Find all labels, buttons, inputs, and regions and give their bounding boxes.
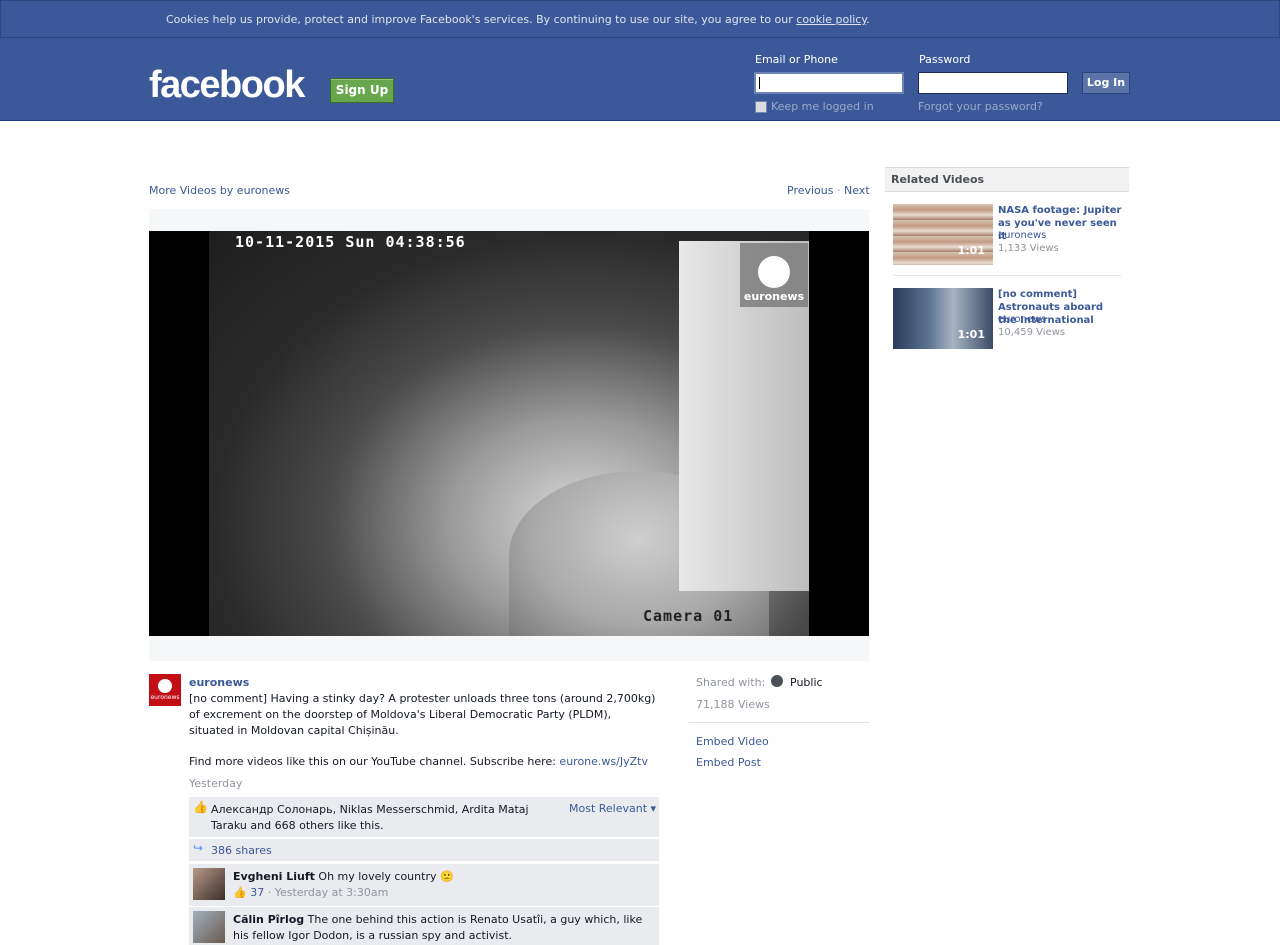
forgot-password-link[interactable]: Forgot your password? [918,100,1043,113]
shares-row: ↪ 386 shares [189,839,659,861]
pager-separator: · [837,184,841,197]
view-count: 71,188 Views [696,698,770,711]
comment: Evgheni Liuft Oh my lovely country 🙁 👍 3… [189,864,659,906]
email-label: Email or Phone [755,53,838,66]
commenter-name[interactable]: Evgheni Liuft [233,870,315,883]
top-bar: facebook Sign Up Email or Phone Password… [0,38,1280,121]
video-duration: 1:01 [957,328,985,341]
related-heading: Related Videos [891,173,985,186]
comment-likes[interactable]: 37 [250,886,264,899]
cookie-policy-link[interactable]: cookie policy [796,13,866,26]
audience-label: Public [790,676,823,689]
video-duration: 1:01 [957,244,985,257]
avatar-text: euronews [150,694,180,701]
post-time[interactable]: Yesterday [189,777,242,790]
keep-logged-in-label: Keep me logged in [771,100,874,113]
shares-link[interactable]: 386 shares [211,844,272,857]
related-thumbnail[interactable]: 1:01 [893,204,993,265]
shared-with-label: Shared with: [696,676,766,689]
related-video-item[interactable]: 1:01 [no comment] Astronauts aboard the … [893,288,1121,350]
find-more-text: Find more videos like this on our YouTub… [189,755,560,768]
page-avatar[interactable]: euronews [149,674,181,706]
keep-logged-in-checkbox[interactable] [755,100,767,113]
cookie-message: Cookies help us provide, protect and imp… [166,13,797,26]
post-find-more: Find more videos like this on our YouTub… [189,755,648,768]
related-videos-header: Related Videos [885,167,1129,192]
post-description: [no comment] Having a stinky day? A prot… [189,692,656,737]
likes-names[interactable]: Александр Солонарь, Niklas Messerschmid,… [211,802,531,834]
cookie-banner: Cookies help us provide, protect and imp… [0,0,1280,38]
like-icon: 👍 [193,800,208,814]
watermark-circle [758,256,790,288]
sign-up-button[interactable]: Sign Up [330,78,394,103]
comment: Călin Pîrlog The one behind this action … [189,907,659,945]
share-icon: ↪ [193,841,204,855]
comment-body: Evgheni Liuft Oh my lovely country 🙁 [233,869,643,885]
video-player[interactable]: 10-11-2015 Sun 04:38:56 Camera 01 eurone… [149,231,869,636]
euronews-watermark: euronews [740,243,808,307]
cookie-end: . [866,13,870,26]
log-in-button[interactable]: Log In [1082,72,1130,94]
video-frame[interactable]: 10-11-2015 Sun 04:38:56 Camera 01 eurone… [209,231,809,636]
video-camera-label: Camera 01 [643,607,734,625]
more-videos-link[interactable]: More Videos by euronews [149,184,290,197]
cookie-text: Cookies help us provide, protect and imp… [166,13,870,26]
comment-meta: 👍 37 · Yesterday at 3:30am [233,886,388,899]
keep-logged-in[interactable]: Keep me logged in [755,100,874,113]
related-source[interactable]: euronews [998,314,1046,325]
post-author[interactable]: euronews [189,676,249,689]
comment-time: · Yesterday at 3:30am [264,886,389,899]
related-video-item[interactable]: 1:01 NASA footage: Jupiter as you've nev… [893,204,1122,266]
comment-text: Oh my lovely country 🙁 [314,870,454,883]
commenter-avatar[interactable] [193,911,225,943]
related-source[interactable]: euronews [998,230,1046,241]
password-label: Password [919,53,971,66]
globe-icon [771,675,783,687]
divider [689,722,870,723]
commenter-name[interactable]: Călin Pîrlog [233,913,304,926]
watermark-text: euronews [743,290,805,303]
next-link[interactable]: Next [844,184,870,197]
embed-video-link[interactable]: Embed Video [696,735,769,748]
video-pager: Previous · Next [787,184,870,197]
email-field[interactable] [754,72,904,94]
most-relevant-dropdown[interactable]: Most Relevant ▾ [569,802,656,815]
related-views: 1,133 Views [998,243,1059,254]
password-field[interactable] [918,72,1068,94]
avatar-circle [158,679,172,693]
subscribe-link[interactable]: eurone.ws/JyZtv [559,755,648,768]
facebook-logo[interactable]: facebook [149,63,305,107]
related-views: 10,459 Views [998,327,1066,338]
commenter-avatar[interactable] [193,868,225,900]
video-timestamp: 10-11-2015 Sun 04:38:56 [235,233,466,251]
related-thumbnail[interactable]: 1:01 [893,288,993,349]
comment-like-icon: 👍 [233,886,251,899]
previous-link[interactable]: Previous [787,184,834,197]
embed-post-link[interactable]: Embed Post [696,756,761,769]
divider [893,275,1121,276]
likes-summary: 👍 Александр Солонарь, Niklas Messerschmi… [189,797,659,837]
comment-body: Călin Pîrlog The one behind this action … [233,912,643,944]
